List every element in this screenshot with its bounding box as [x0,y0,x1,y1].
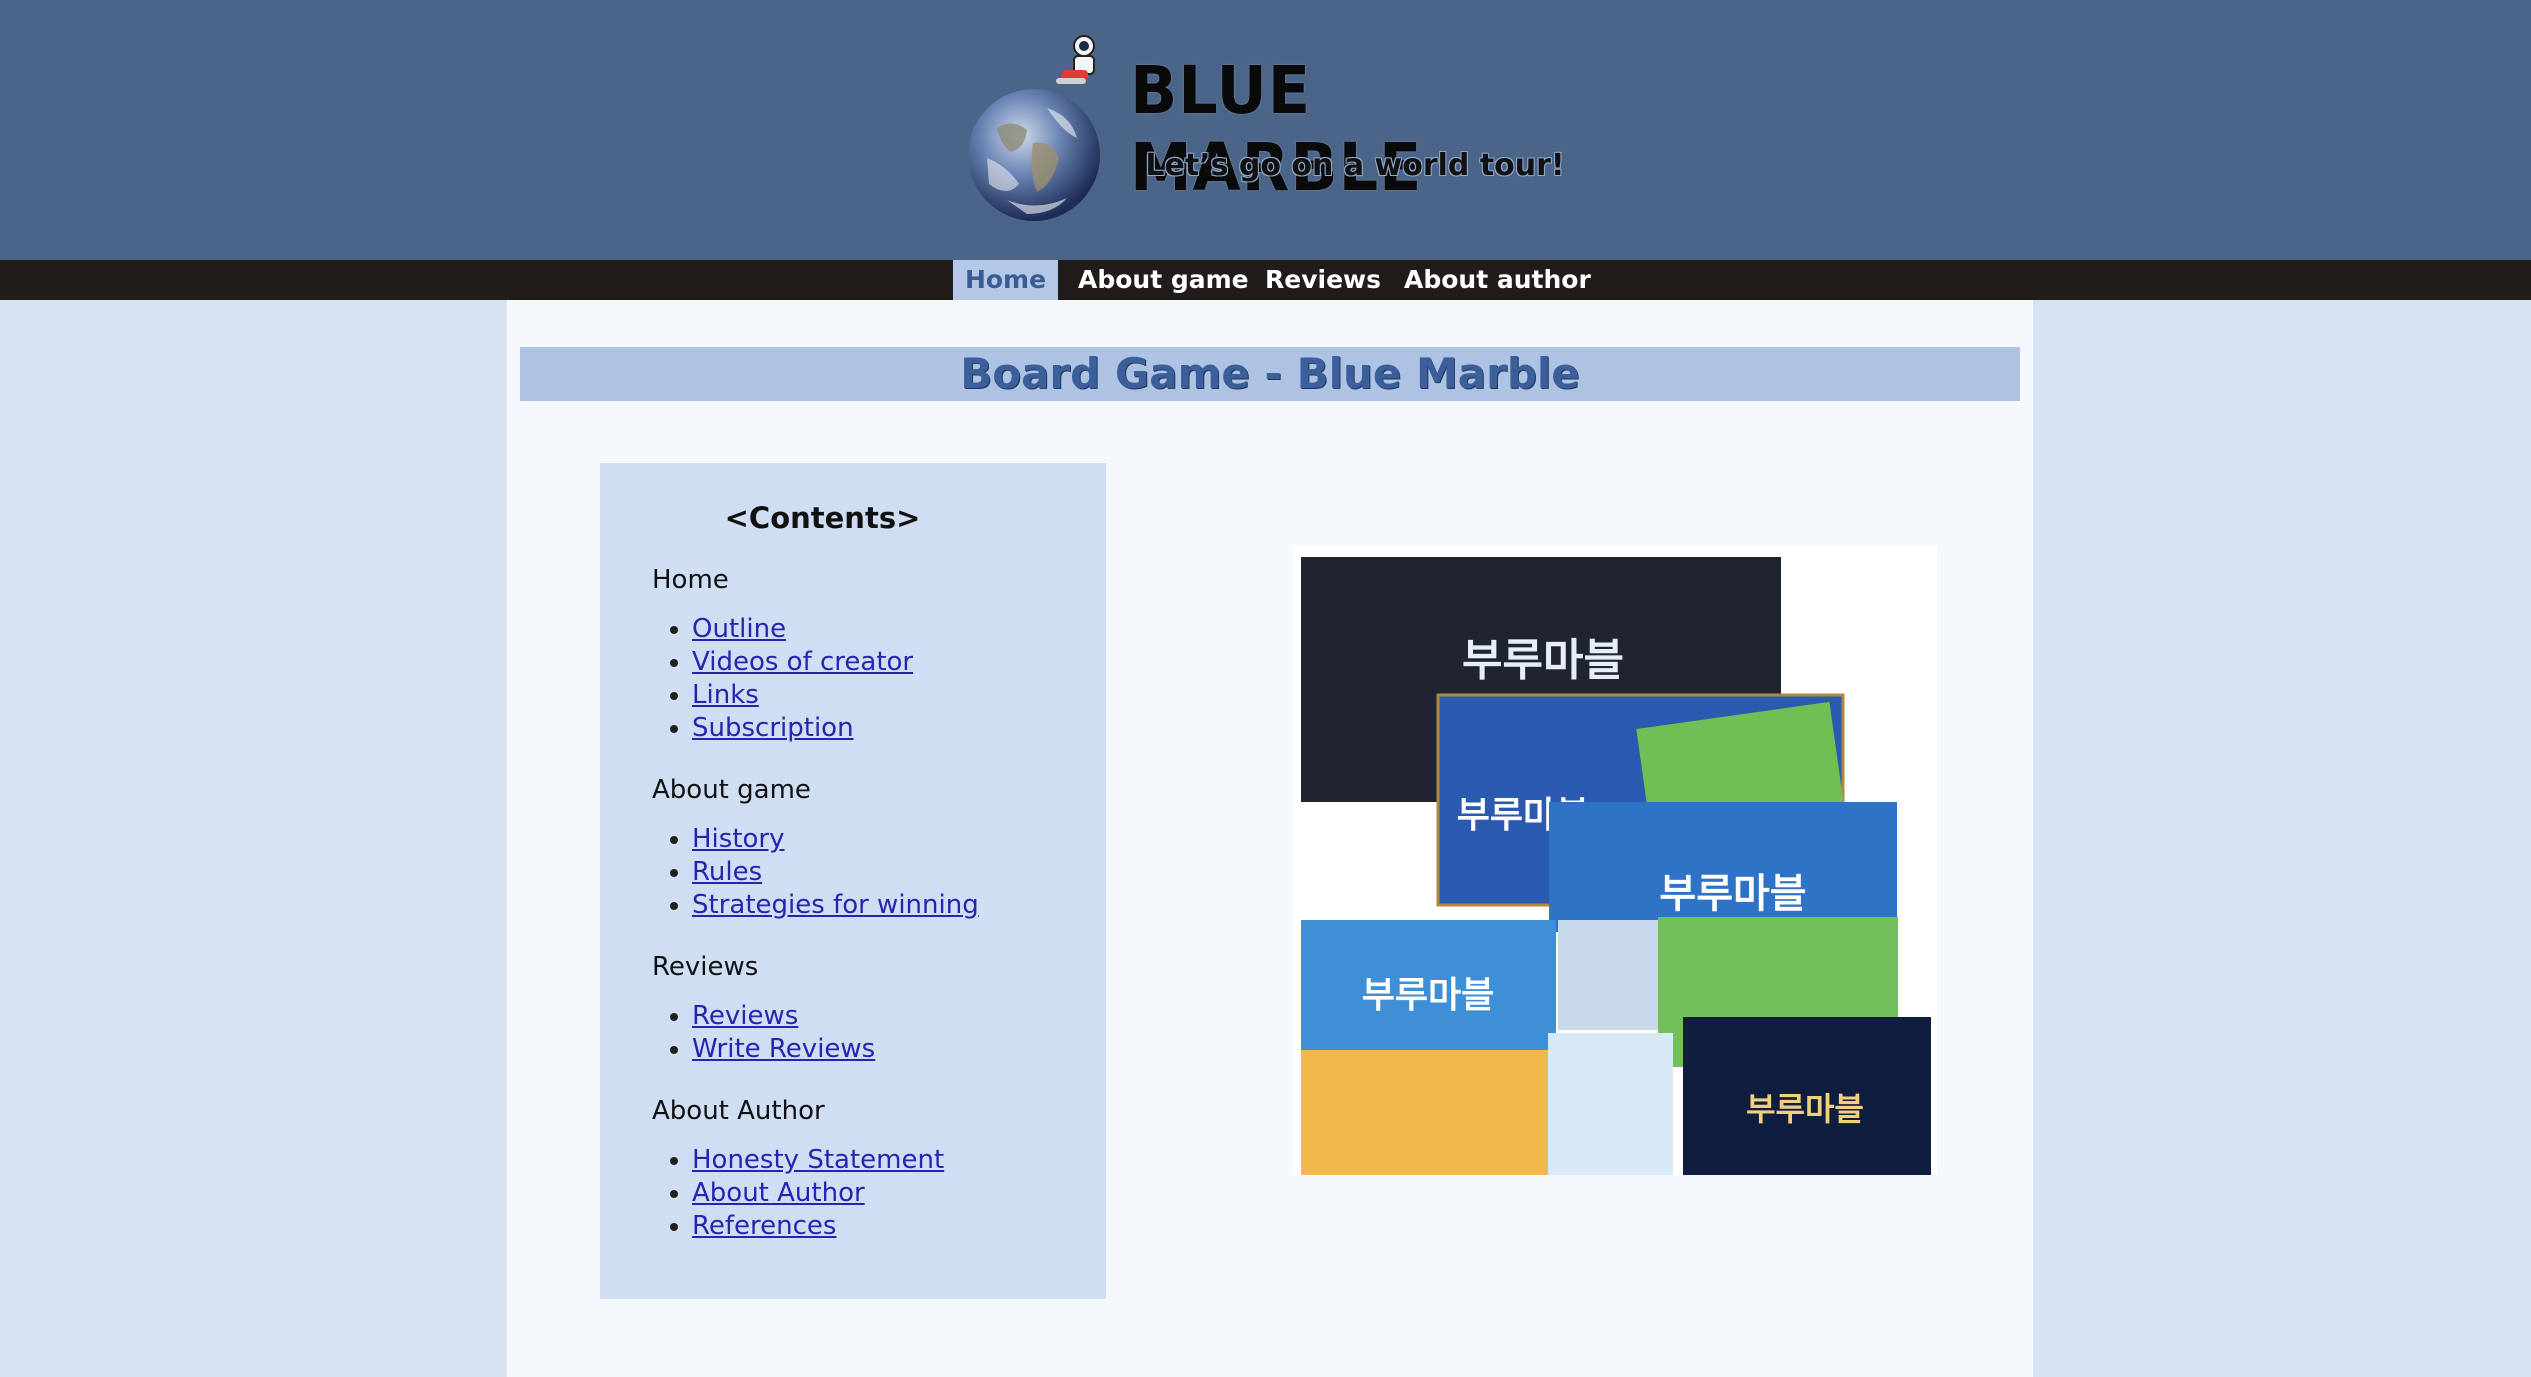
site-header: BLUE MARBLE Let’s go on a world tour! [0,0,2531,260]
box-back-logo: 부루마블 [1659,871,1806,917]
kids-box-logo: 부루마블 [1362,975,1494,1016]
nav-home[interactable]: Home [953,260,1058,300]
nav-about-author[interactable]: About author [1404,260,1591,300]
list-item: Rules [692,856,979,889]
toc-link-subscription[interactable]: Subscription [692,713,854,743]
toc-link-strategies[interactable]: Strategies for winning [692,890,979,920]
toc-link-reviews[interactable]: Reviews [692,1001,798,1031]
page-title: Board Game - Blue Marble [960,349,1580,398]
toc-section-about-author: About Author [652,1096,825,1126]
table-of-contents: <Contents> Home Outline Videos of creato… [600,463,1106,1299]
toc-link-videos-of-creator[interactable]: Videos of creator [692,647,913,677]
page-content: Board Game - Blue Marble <Contents> Home… [507,300,2033,1377]
board-game-product-image: 부루마블 부루마블 부루마블 부루마블 부루마블 [1293,545,1937,1175]
toc-link-honesty-statement[interactable]: Honesty Statement [692,1145,944,1175]
toc-link-write-reviews[interactable]: Write Reviews [692,1034,875,1064]
toc-section-about-game: About game [652,775,811,805]
nav-reviews[interactable]: Reviews [1265,260,1381,300]
earth-logo-icon [968,89,1100,221]
list-item: Reviews [692,1000,875,1033]
list-item: References [692,1210,944,1243]
toc-list-about-game: History Rules Strategies for winning [652,823,979,922]
toc-section-reviews: Reviews [652,952,759,982]
list-item: About Author [692,1177,944,1210]
main-nav: Home About game Reviews About author [0,260,2531,300]
toc-link-references[interactable]: References [692,1211,836,1241]
list-item: Links [692,679,913,712]
list-item: Strategies for winning [692,889,979,922]
list-item: Subscription [692,712,913,745]
list-item: Videos of creator [692,646,913,679]
title-banner: Board Game - Blue Marble [520,347,2020,401]
toc-list-home: Outline Videos of creator Links Subscrip… [652,613,913,745]
toc-link-outline[interactable]: Outline [692,614,786,644]
toc-link-history[interactable]: History [692,824,785,854]
nav-about-game[interactable]: About game [1078,260,1249,300]
toc-link-links[interactable]: Links [692,680,759,710]
list-item: Write Reviews [692,1033,875,1066]
site-tagline: Let’s go on a world tour! [1145,148,1565,183]
toc-link-about-author[interactable]: About Author [692,1178,865,1208]
box-lid-logo: 부루마블 [1462,635,1624,686]
toc-title: <Contents> [724,501,921,535]
list-item: Honesty Statement [692,1144,944,1177]
toc-list-reviews: Reviews Write Reviews [652,1000,875,1066]
astronaut-icon [1056,35,1095,84]
toc-section-home: Home [652,565,729,595]
list-item: History [692,823,979,856]
space-box-logo: 부루마블 [1746,1090,1864,1128]
toc-link-rules[interactable]: Rules [692,857,762,887]
toc-list-about-author: Honesty Statement About Author Reference… [652,1144,944,1243]
list-item: Outline [692,613,913,646]
